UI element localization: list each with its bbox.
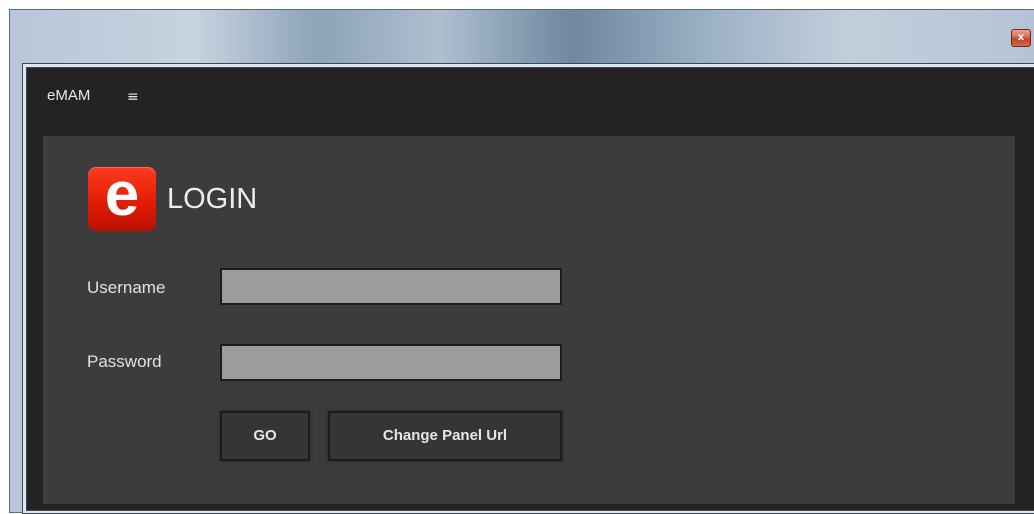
username-label: Username xyxy=(87,278,166,297)
login-title: LOGIN xyxy=(167,183,258,215)
username-input[interactable] xyxy=(220,268,562,305)
close-icon: x xyxy=(1017,32,1025,43)
app-window: x eMAM ≡ e LOGIN Username Password GO Ch… xyxy=(9,9,1034,514)
emam-logo: e xyxy=(88,161,156,231)
app-title: eMAM xyxy=(47,87,91,104)
password-input[interactable] xyxy=(220,344,562,381)
login-panel: e LOGIN Username Password GO Change Pane… xyxy=(43,136,1015,504)
hamburger-menu-icon[interactable]: ≡ xyxy=(127,88,139,106)
logo-letter: e xyxy=(104,160,140,229)
app-header: eMAM ≡ xyxy=(27,68,1034,135)
password-label: Password xyxy=(87,352,162,371)
window-frame: eMAM ≡ e LOGIN Username Password GO Chan… xyxy=(22,63,1034,514)
window-titlebar[interactable]: x xyxy=(10,10,1034,62)
app-content: eMAM ≡ e LOGIN Username Password GO Chan… xyxy=(26,67,1034,511)
close-button[interactable]: x xyxy=(1011,29,1031,47)
change-panel-url-button[interactable]: Change Panel Url xyxy=(328,411,562,461)
go-button[interactable]: GO xyxy=(220,411,310,461)
